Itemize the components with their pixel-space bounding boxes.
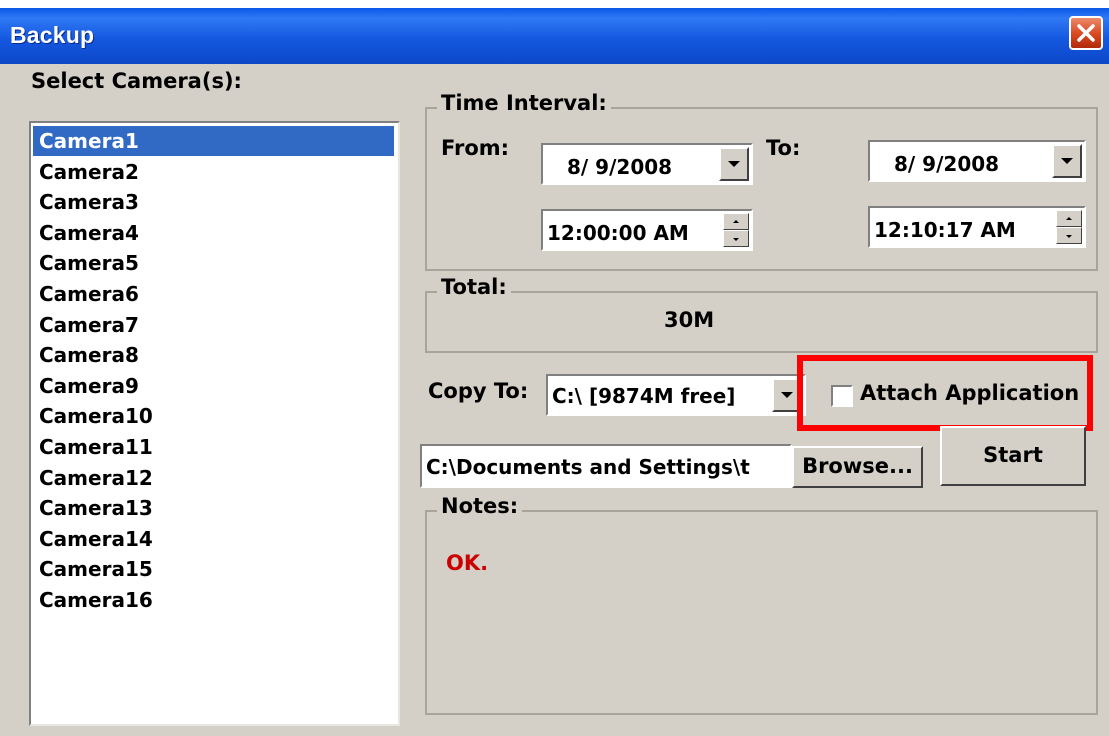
browse-button[interactable]: Browse...: [792, 446, 923, 488]
from-time-picker[interactable]: 12:00:00 AM: [541, 209, 753, 251]
select-camera-label: Select Camera(s):: [31, 69, 242, 93]
arrow-up-icon: [733, 219, 739, 223]
highlight-box: [797, 355, 1093, 431]
spin-up-button[interactable]: [1056, 210, 1082, 227]
camera-list-item[interactable]: Camera9: [33, 371, 394, 401]
arrow-down-icon: [733, 237, 739, 241]
from-time-spinner[interactable]: [723, 213, 749, 247]
camera-list-item[interactable]: Camera12: [33, 463, 394, 493]
from-date-dropdown-button[interactable]: [719, 147, 749, 181]
path-input[interactable]: C:\Documents and Settings\t: [420, 444, 792, 488]
spin-down-button[interactable]: [723, 230, 749, 247]
camera-list-item[interactable]: Camera6: [33, 279, 394, 309]
window-title: Backup: [10, 22, 95, 48]
path-value: C:\Documents and Settings\t: [426, 455, 750, 479]
from-date-value: 8/ 9/2008: [567, 155, 673, 179]
to-date-value: 8/ 9/2008: [894, 152, 1000, 176]
to-time-picker[interactable]: 12:10:17 AM: [868, 206, 1086, 248]
to-label: To:: [766, 136, 801, 160]
from-date-picker[interactable]: 8/ 9/2008: [541, 143, 753, 185]
spin-down-button[interactable]: [1056, 227, 1082, 244]
camera-list-item[interactable]: Camera2: [33, 157, 394, 187]
total-group: Total: 30M: [425, 275, 1098, 353]
chevron-down-icon: [781, 392, 793, 398]
notes-group: Notes: OK.: [425, 494, 1098, 715]
close-x-icon: [1077, 24, 1095, 42]
copy-to-dropdown[interactable]: C:\ [9874M free]: [546, 374, 806, 416]
copy-to-value: C:\ [9874M free]: [552, 384, 736, 408]
camera-list-item[interactable]: Camera5: [33, 248, 394, 278]
camera-list[interactable]: Camera1 Camera2 Camera3 Camera4 Camera5 Camer…: [29, 121, 400, 726]
camera-list-item[interactable]: Camera7: [33, 310, 394, 340]
camera-list-item[interactable]: Camera4: [33, 218, 394, 248]
camera-list-item[interactable]: Camera1: [33, 126, 394, 156]
camera-list-item[interactable]: Camera14: [33, 524, 394, 554]
camera-list-item[interactable]: Camera8: [33, 340, 394, 370]
camera-list-item[interactable]: Camera13: [33, 493, 394, 523]
arrow-up-icon: [1066, 216, 1072, 220]
backup-dialog: Backup Select Camera(s): Camera1 Camera2 C…: [0, 8, 1109, 736]
close-button[interactable]: [1069, 16, 1103, 50]
chevron-down-icon: [1061, 158, 1073, 164]
notes-title: Notes:: [437, 494, 523, 518]
total-title: Total:: [437, 275, 511, 299]
camera-list-item[interactable]: Camera11: [33, 432, 394, 462]
to-time-value: 12:10:17 AM: [874, 218, 1016, 242]
to-date-dropdown-button[interactable]: [1052, 144, 1082, 178]
to-date-picker[interactable]: 8/ 9/2008: [868, 140, 1086, 182]
title-bar[interactable]: Backup: [0, 8, 1109, 64]
camera-list-item[interactable]: Camera16: [33, 585, 394, 615]
arrow-down-icon: [1066, 234, 1072, 238]
copy-to-label: Copy To:: [428, 379, 529, 403]
notes-text: OK.: [446, 551, 489, 575]
time-interval-title: Time Interval:: [437, 91, 611, 115]
spin-up-button[interactable]: [723, 213, 749, 230]
camera-list-item[interactable]: Camera3: [33, 187, 394, 217]
chevron-down-icon: [728, 161, 740, 167]
total-value: 30M: [664, 308, 715, 332]
from-time-value: 12:00:00 AM: [547, 221, 689, 245]
start-button[interactable]: Start: [940, 426, 1086, 486]
camera-list-item[interactable]: Camera15: [33, 554, 394, 584]
camera-list-item[interactable]: Camera10: [33, 401, 394, 431]
from-label: From:: [441, 136, 510, 160]
to-time-spinner[interactable]: [1056, 210, 1082, 244]
